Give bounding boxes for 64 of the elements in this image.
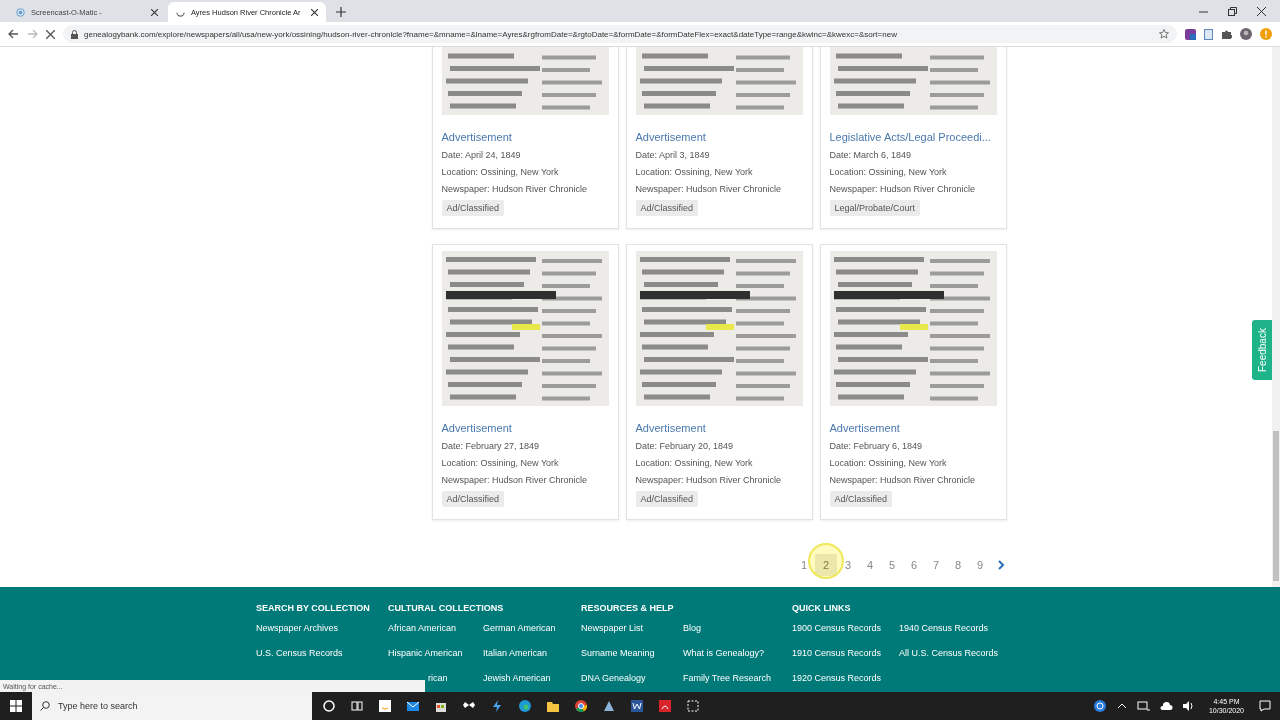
footer-link[interactable]: U.S. Census Records — [256, 648, 388, 659]
footer-link[interactable]: 1920 Census Records — [792, 673, 899, 684]
category-tag: Legal/Probate/Court — [829, 200, 921, 216]
result-title[interactable]: Advertisement — [635, 131, 803, 143]
footer-link[interactable]: Blog — [683, 623, 792, 634]
result-date: Date: February 27, 1849 — [441, 441, 541, 451]
category-tag: Ad/Classified — [441, 200, 505, 216]
feedback-tab[interactable]: Feedback — [1252, 320, 1272, 380]
page-link[interactable]: 3 — [837, 554, 859, 576]
footer-heading: CULTURAL COLLECTIONS — [388, 603, 505, 615]
result-date: Date: March 6, 1849 — [829, 150, 913, 160]
footer-link[interactable]: DNA Genealogy — [581, 673, 683, 684]
page-link[interactable]: 4 — [859, 554, 881, 576]
footer-link[interactable]: 1900 Census Records — [792, 623, 899, 634]
result-date: Date: February 6, 1849 — [829, 441, 924, 451]
footer-heading: RESOURCES & HELP — [581, 603, 675, 615]
footer-link[interactable]: What is Genealogy? — [683, 648, 792, 659]
result-title[interactable]: Legislative Acts/Legal Proceedi... — [829, 131, 997, 143]
result-location: Location: Ossining, New York — [829, 458, 948, 468]
category-tag: Ad/Classified — [635, 491, 699, 507]
result-date: Date: April 24, 1849 — [441, 150, 522, 160]
footer-heading: QUICK LINKS — [792, 603, 852, 615]
footer-link[interactable]: Surname Meaning — [581, 648, 683, 659]
result-date: Date: April 3, 1849 — [635, 150, 711, 160]
category-tag: Ad/Classified — [829, 491, 893, 507]
result-location: Location: Ossining, New York — [441, 167, 560, 177]
result-newspaper: Newspaper: Hudson River Chronicle — [635, 184, 783, 194]
footer-link[interactable]: 1940 Census Records — [899, 623, 1019, 634]
footer-link[interactable]: Newspaper Archives — [256, 623, 388, 634]
result-title[interactable]: Advertisement — [635, 422, 803, 434]
result-newspaper: Newspaper: Hudson River Chronicle — [829, 184, 977, 194]
result-date: Date: February 20, 1849 — [635, 441, 735, 451]
page-link[interactable]: 9 — [969, 554, 991, 576]
page-link[interactable]: 6 — [903, 554, 925, 576]
result-title[interactable]: Advertisement — [829, 422, 997, 434]
page-link[interactable]: 5 — [881, 554, 903, 576]
address-bar[interactable]: genealogybank.com/explore/newspapers/all/usa/new-york/ossining/hudson-river-chronicle?fname=&mname=&lname=Ayres&rgfromDate=&rgtoDate=&formDate=&formDateFlex=exact&dateType=range&kwinc=&kwexc=&sort=new — [63, 25, 1177, 43]
result-newspaper: Newspaper: Hudson River Chronicle — [829, 475, 977, 485]
footer-link[interactable]: Jewish American — [483, 673, 581, 684]
footer-link[interactable]: African American — [388, 623, 483, 634]
footer-link[interactable]: Hispanic American — [388, 648, 483, 659]
result-location: Location: Ossining, New York — [635, 167, 754, 177]
footer-link[interactable]: Italian American — [483, 648, 581, 659]
category-tag: Ad/Classified — [635, 200, 699, 216]
page-link[interactable]: 7 — [925, 554, 947, 576]
category-tag: Ad/Classified — [441, 491, 505, 507]
taskbar-search-field[interactable]: Type here to search — [32, 692, 312, 720]
result-newspaper: Newspaper: Hudson River Chronicle — [635, 475, 783, 485]
footer-link[interactable]: Newspaper List — [581, 623, 683, 634]
page-link[interactable]: 1 — [793, 554, 815, 576]
result-title[interactable]: Advertisement — [441, 422, 609, 434]
footer-link[interactable]: Family Tree Research — [683, 673, 792, 684]
page-link[interactable]: 2 — [815, 554, 837, 576]
result-location: Location: Ossining, New York — [635, 458, 754, 468]
footer-link[interactable]: All U.S. Census Records — [899, 648, 1019, 659]
page-link[interactable]: 8 — [947, 554, 969, 576]
result-newspaper: Newspaper: Hudson River Chronicle — [441, 184, 589, 194]
footer-heading: SEARCH BY COLLECTION — [256, 603, 371, 615]
result-newspaper: Newspaper: Hudson River Chronicle — [441, 475, 589, 485]
result-location: Location: Ossining, New York — [441, 458, 560, 468]
footer-link[interactable]: German American — [483, 623, 581, 634]
footer-link[interactable]: 1910 Census Records — [792, 648, 899, 659]
result-title[interactable]: Advertisement — [441, 131, 609, 143]
result-location: Location: Ossining, New York — [829, 167, 948, 177]
